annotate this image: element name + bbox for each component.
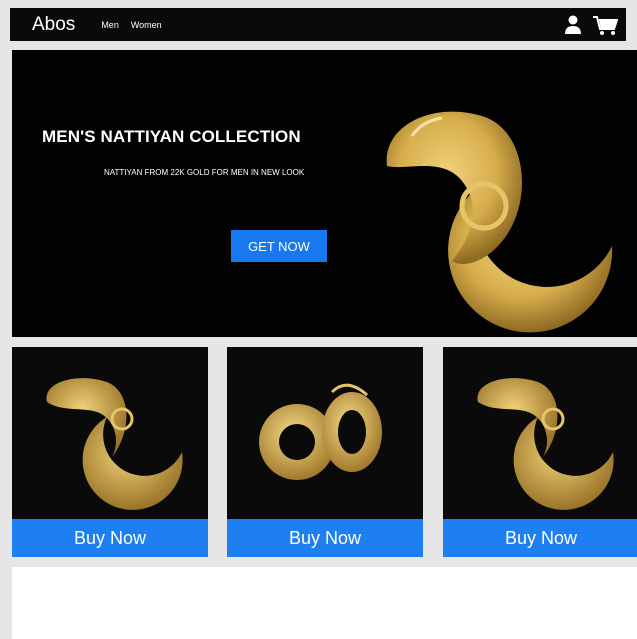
cart-icon[interactable] xyxy=(592,14,618,36)
hero-title: MEN'S NATTIYAN COLLECTION xyxy=(42,127,301,146)
product-card: Buy Now xyxy=(12,347,208,557)
buy-now-button[interactable]: Buy Now xyxy=(12,519,208,557)
hero-banner: MEN'S NATTIYAN COLLECTION NATTIYAN FROM … xyxy=(12,50,637,337)
buy-now-button[interactable]: Buy Now xyxy=(227,519,423,557)
hero-earrings-image xyxy=(386,111,613,333)
buy-now-button[interactable]: Buy Now xyxy=(443,519,637,557)
product-grid: Buy Now Buy Now Buy Now xyxy=(12,347,637,557)
lower-section xyxy=(12,567,637,639)
nav-link-men[interactable]: Men xyxy=(101,20,119,30)
user-icon[interactable] xyxy=(564,15,582,35)
hero-subtitle: NATTIYAN FROM 22K GOLD FOR MEN IN NEW LO… xyxy=(104,168,305,177)
product-image xyxy=(259,383,382,480)
navbar: Abos Men Women xyxy=(10,8,626,41)
brand-logo[interactable]: Abos xyxy=(32,14,75,36)
product-card: Buy Now xyxy=(443,347,637,557)
product-card: Buy Now xyxy=(227,347,423,557)
product-image xyxy=(46,378,183,510)
nav-link-women[interactable]: Women xyxy=(131,20,162,30)
nav-icons xyxy=(564,14,618,36)
get-now-button[interactable]: GET NOW xyxy=(231,230,327,262)
product-image xyxy=(477,378,614,510)
